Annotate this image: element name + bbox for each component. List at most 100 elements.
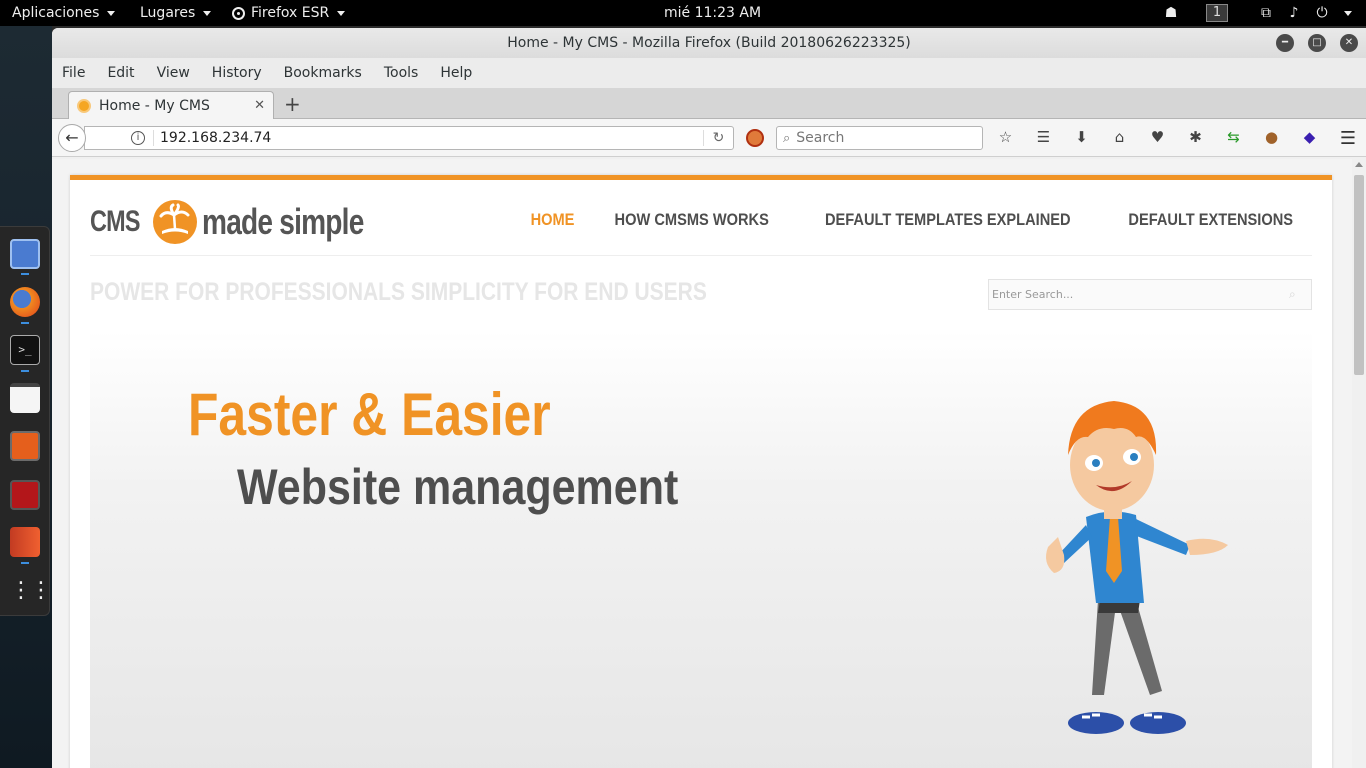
window-title: Home - My CMS - Mozilla Firefox (Build 2… xyxy=(507,35,911,51)
cms-mascot-illustration xyxy=(1046,401,1228,734)
volume-muted-icon[interactable]: ♪ xyxy=(1286,0,1302,26)
cms-favicon-icon xyxy=(77,98,91,113)
page-scrollbar[interactable] xyxy=(1352,159,1366,768)
search-bar[interactable]: ⌕ Search xyxy=(776,126,983,150)
navigation-toolbar: i 192.168.234.74 ↻ ← ⌕ Search ☆ ☰ ⬇ ⌂ ♥ … xyxy=(52,119,1366,157)
window-controls: ━ □ ✕ xyxy=(1276,34,1358,52)
search-placeholder: Search xyxy=(796,130,845,146)
home-icon[interactable]: ⌂ xyxy=(1110,128,1129,147)
power-icon: ⏻ xyxy=(1316,5,1328,21)
places-menu[interactable]: Lugares xyxy=(140,0,212,26)
running-indicator xyxy=(21,370,29,372)
site-tagline: POWER FOR PROFESSIONALS SIMPLICITY FOR E… xyxy=(90,278,707,306)
url-bar[interactable]: i 192.168.234.74 ↻ xyxy=(84,126,734,150)
nav-how-cmsms-works[interactable]: HOW CMSMS WORKS xyxy=(614,210,768,230)
app-menu-label: Firefox ESR xyxy=(251,5,330,21)
url-text[interactable]: 192.168.234.74 xyxy=(153,130,695,146)
bookmark-star-icon[interactable]: ☆ xyxy=(996,128,1015,147)
terminal-icon[interactable]: >_ xyxy=(10,335,40,365)
menu-bar: File Edit View History Bookmarks Tools H… xyxy=(52,58,1366,88)
files-icon[interactable] xyxy=(10,239,40,269)
activities-menu[interactable]: Aplicaciones xyxy=(12,0,116,26)
cms-made-simple-logo[interactable]: CMS made simple xyxy=(90,196,364,248)
menu-edit[interactable]: Edit xyxy=(107,65,134,81)
metasploit-icon[interactable] xyxy=(10,480,40,510)
site-search-box[interactable]: Enter Search... ⌕ xyxy=(988,279,1312,310)
palm-island-icon xyxy=(152,200,197,244)
menu-view[interactable]: View xyxy=(157,65,190,81)
tab-title: Home - My CMS xyxy=(99,97,210,114)
logo-text-made-simple: made simple xyxy=(201,201,364,242)
site-main-nav: HOME HOW CMSMS WORKS DEFAULT TEMPLATES E… xyxy=(527,210,1306,230)
network-icon[interactable]: ⧉ xyxy=(1258,0,1274,26)
clock[interactable]: mié 11:23 AM xyxy=(664,0,761,26)
chevron-down-icon xyxy=(203,10,212,16)
app-menu[interactable]: Firefox ESR xyxy=(232,0,346,26)
logo-text-cms: CMS xyxy=(90,205,140,238)
firefox-icon[interactable] xyxy=(10,287,40,317)
reading-list-icon[interactable]: ☰ xyxy=(1034,128,1053,147)
menu-file[interactable]: File xyxy=(62,65,85,81)
chevron-down-icon xyxy=(1344,10,1352,16)
menu-tools[interactable]: Tools xyxy=(384,65,419,81)
clock-label: mié 11:23 AM xyxy=(664,5,762,21)
firefox-window: Home - My CMS - Mozilla Firefox (Build 2… xyxy=(52,28,1366,768)
back-button[interactable]: ← xyxy=(58,124,86,152)
scroll-up-arrow-icon[interactable] xyxy=(1355,162,1363,167)
hero-banner: Faster & Easier Website management xyxy=(90,330,1312,768)
show-apps-icon[interactable]: ⋮⋮⋮ xyxy=(10,577,72,607)
wappalyzer-icon[interactable]: ◆ xyxy=(1300,128,1319,147)
proxy-switch-icon[interactable]: ⇆ xyxy=(1224,128,1243,147)
cookie-icon[interactable]: ● xyxy=(1262,128,1281,147)
downloads-icon[interactable]: ⬇ xyxy=(1072,128,1091,147)
close-tab-icon[interactable]: ✕ xyxy=(254,98,265,113)
chevron-down-icon xyxy=(107,10,116,16)
close-button[interactable]: ✕ xyxy=(1340,34,1358,52)
site-search-placeholder: Enter Search... xyxy=(992,288,1074,301)
tab-bar: Home - My CMS ✕ + xyxy=(52,88,1366,119)
hero-headline: Faster & Easier xyxy=(188,381,551,448)
workspace-indicator[interactable]: 1 xyxy=(1206,0,1228,26)
desktop-background: >_ ⋮⋮⋮ xyxy=(0,26,72,768)
toolbar-icons: ☆ ☰ ⬇ ⌂ ♥ ✱ ⇆ ● ◆ xyxy=(996,128,1319,147)
menu-help[interactable]: Help xyxy=(440,65,472,81)
menu-history[interactable]: History xyxy=(212,65,262,81)
new-tab-button[interactable]: + xyxy=(284,91,301,117)
menu-bookmarks[interactable]: Bookmarks xyxy=(284,65,362,81)
scrollbar-thumb[interactable] xyxy=(1354,175,1364,375)
open-menu-icon[interactable]: ☰ xyxy=(1340,128,1356,149)
tab-home-my-cms[interactable]: Home - My CMS ✕ xyxy=(68,91,274,119)
nav-default-extensions[interactable]: DEFAULT EXTENSIONS xyxy=(1128,210,1293,230)
nav-home[interactable]: HOME xyxy=(530,210,574,230)
cms-site-container: CMS made simple HOME HOW CMSMS WORKS DEF… xyxy=(70,175,1332,768)
users-icon[interactable]: ☗ xyxy=(1163,0,1179,26)
places-label: Lugares xyxy=(140,5,196,21)
zaproxy-icon[interactable] xyxy=(10,527,40,557)
firefox-icon xyxy=(232,6,245,20)
dash-dock: >_ ⋮⋮⋮ xyxy=(0,226,72,616)
system-menu[interactable]: ⏻ xyxy=(1314,0,1352,26)
minimize-button[interactable]: ━ xyxy=(1276,34,1294,52)
page-viewport: CMS made simple HOME HOW CMSMS WORKS DEF… xyxy=(52,159,1366,768)
noscript-icon[interactable] xyxy=(746,129,764,147)
running-indicator xyxy=(21,562,29,564)
workspace-number: 1 xyxy=(1206,4,1228,22)
running-indicator xyxy=(21,273,29,275)
chevron-down-icon xyxy=(337,10,346,16)
header-divider xyxy=(90,255,1312,256)
window-titlebar[interactable]: Home - My CMS - Mozilla Firefox (Build 2… xyxy=(52,28,1366,58)
text-editor-icon[interactable] xyxy=(10,383,40,413)
site-info-icon[interactable]: i xyxy=(131,131,145,145)
extension-spider-icon[interactable]: ✱ xyxy=(1186,128,1205,147)
maximize-button[interactable]: □ xyxy=(1308,34,1326,52)
hero-subheadline: Website management xyxy=(237,459,679,515)
activities-label: Aplicaciones xyxy=(12,5,100,21)
reload-icon[interactable]: ↻ xyxy=(703,130,733,146)
burpsuite-icon[interactable] xyxy=(10,431,40,461)
search-icon: ⌕ xyxy=(783,130,791,146)
nav-default-templates-explained[interactable]: DEFAULT TEMPLATES EXPLAINED xyxy=(825,210,1071,230)
pocket-icon[interactable]: ♥ xyxy=(1148,128,1167,147)
search-icon[interactable]: ⌕ xyxy=(1289,287,1311,302)
running-indicator xyxy=(21,322,29,324)
gnome-top-bar: Aplicaciones Lugares Firefox ESR mié 11:… xyxy=(0,0,1366,26)
